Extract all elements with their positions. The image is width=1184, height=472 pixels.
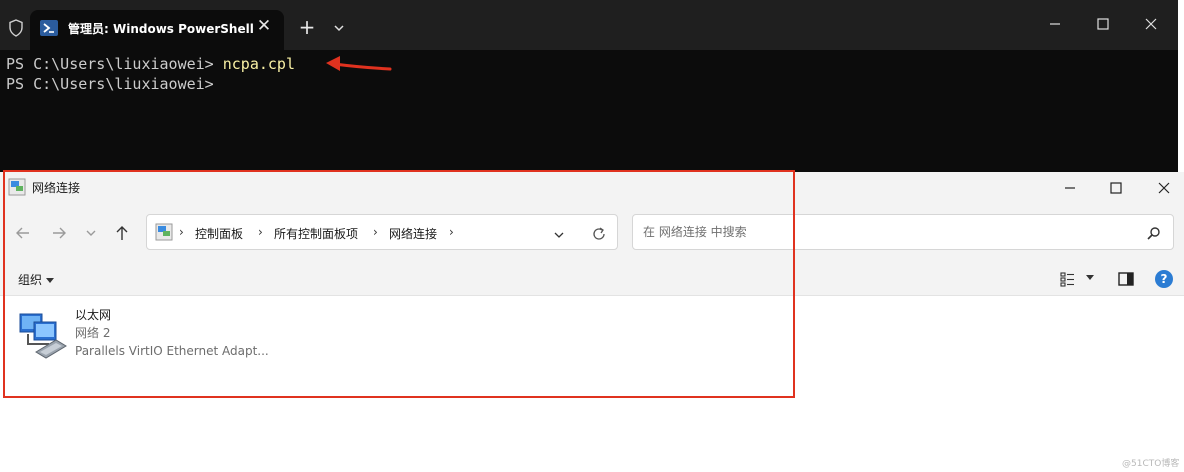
caret-down-icon bbox=[46, 278, 55, 283]
help-icon[interactable]: ? bbox=[1155, 270, 1173, 288]
minimize-icon[interactable] bbox=[1058, 178, 1082, 198]
organize-label: 组织 bbox=[18, 273, 43, 287]
address-dropdown-icon[interactable] bbox=[551, 227, 567, 243]
preview-pane-icon[interactable] bbox=[1118, 271, 1134, 287]
forward-arrow-icon[interactable] bbox=[48, 222, 70, 244]
explorer-window: 网络连接 › 控制面板 › 所有控制面板项 › 网络连接 › 在 网络连接 中搜… bbox=[0, 172, 1184, 472]
prompt-text: PS C:\Users\liuxiaowei> bbox=[6, 55, 223, 73]
up-arrow-icon[interactable] bbox=[111, 222, 133, 244]
tab-powershell[interactable]: 管理员: Windows PowerShell ✕ bbox=[30, 10, 284, 50]
file-list: 以太网 网络 2 Parallels VirtIO Ethernet Adapt… bbox=[0, 296, 1184, 472]
breadcrumb-chevron-icon[interactable]: › bbox=[373, 225, 378, 239]
new-tab-button[interactable]: + bbox=[296, 17, 318, 39]
breadcrumb-all-items[interactable]: 所有控制面板项 bbox=[274, 225, 358, 242]
command-text: ncpa.cpl bbox=[222, 55, 295, 73]
tab-title: 管理员: Windows PowerShell bbox=[68, 22, 254, 36]
terminal-titlebar: 管理员: Windows PowerShell ✕ + bbox=[0, 0, 1178, 50]
view-options-caret-icon[interactable] bbox=[1086, 275, 1094, 280]
breadcrumb-chevron-icon[interactable]: › bbox=[258, 225, 263, 239]
shield-icon bbox=[9, 19, 23, 37]
terminal-line: PS C:\Users\liuxiaowei> bbox=[6, 75, 214, 93]
control-panel-icon bbox=[155, 223, 173, 241]
network-connections-icon bbox=[8, 178, 26, 196]
ethernet-adapter-icon bbox=[19, 313, 67, 359]
back-arrow-icon[interactable] bbox=[12, 222, 34, 244]
address-bar-row: › 控制面板 › 所有控制面板项 › 网络连接 › bbox=[0, 204, 1184, 262]
command-bar: 组织 ? bbox=[0, 262, 1184, 296]
terminal-window: 管理员: Windows PowerShell ✕ + PS C:\Users\… bbox=[0, 0, 1178, 172]
close-icon[interactable] bbox=[1152, 178, 1176, 198]
prompt-text: PS C:\Users\liuxiaowei> bbox=[6, 75, 214, 93]
breadcrumb-chevron-icon[interactable]: › bbox=[179, 225, 184, 239]
maximize-icon[interactable] bbox=[1104, 178, 1128, 198]
search-input[interactable] bbox=[632, 214, 1174, 250]
item-adapter: Parallels VirtIO Ethernet Adapt... bbox=[75, 344, 269, 358]
watermark: @51CTO博客 bbox=[1122, 459, 1180, 469]
minimize-icon[interactable] bbox=[1042, 12, 1068, 36]
tab-close-icon[interactable]: ✕ bbox=[254, 16, 274, 36]
window-title: 网络连接 bbox=[32, 181, 81, 195]
recent-locations-chevron-icon[interactable] bbox=[80, 222, 102, 244]
explorer-titlebar: 网络连接 bbox=[0, 172, 1184, 204]
maximize-icon[interactable] bbox=[1090, 12, 1116, 36]
refresh-icon[interactable] bbox=[591, 226, 607, 242]
item-name: 以太网 bbox=[75, 308, 112, 322]
close-icon[interactable] bbox=[1138, 12, 1164, 36]
item-network: 网络 2 bbox=[75, 326, 111, 340]
breadcrumb-network-connections[interactable]: 网络连接 bbox=[389, 225, 437, 242]
breadcrumb-chevron-icon[interactable]: › bbox=[449, 225, 454, 239]
address-bar[interactable]: › 控制面板 › 所有控制面板项 › 网络连接 › bbox=[146, 214, 618, 250]
change-view-icon[interactable] bbox=[1060, 271, 1076, 287]
terminal-output[interactable]: PS C:\Users\liuxiaowei> ncpa.cpl PS C:\U… bbox=[0, 50, 1178, 172]
chevron-down-icon[interactable] bbox=[328, 17, 350, 39]
powershell-icon bbox=[40, 20, 58, 36]
terminal-line: PS C:\Users\liuxiaowei> ncpa.cpl bbox=[6, 55, 295, 73]
organize-button[interactable]: 组织 bbox=[18, 271, 55, 288]
annotation-arrow-icon bbox=[326, 56, 392, 71]
list-item-ethernet[interactable]: 以太网 网络 2 Parallels VirtIO Ethernet Adapt… bbox=[16, 306, 316, 362]
breadcrumb-control-panel[interactable]: 控制面板 bbox=[195, 225, 243, 242]
